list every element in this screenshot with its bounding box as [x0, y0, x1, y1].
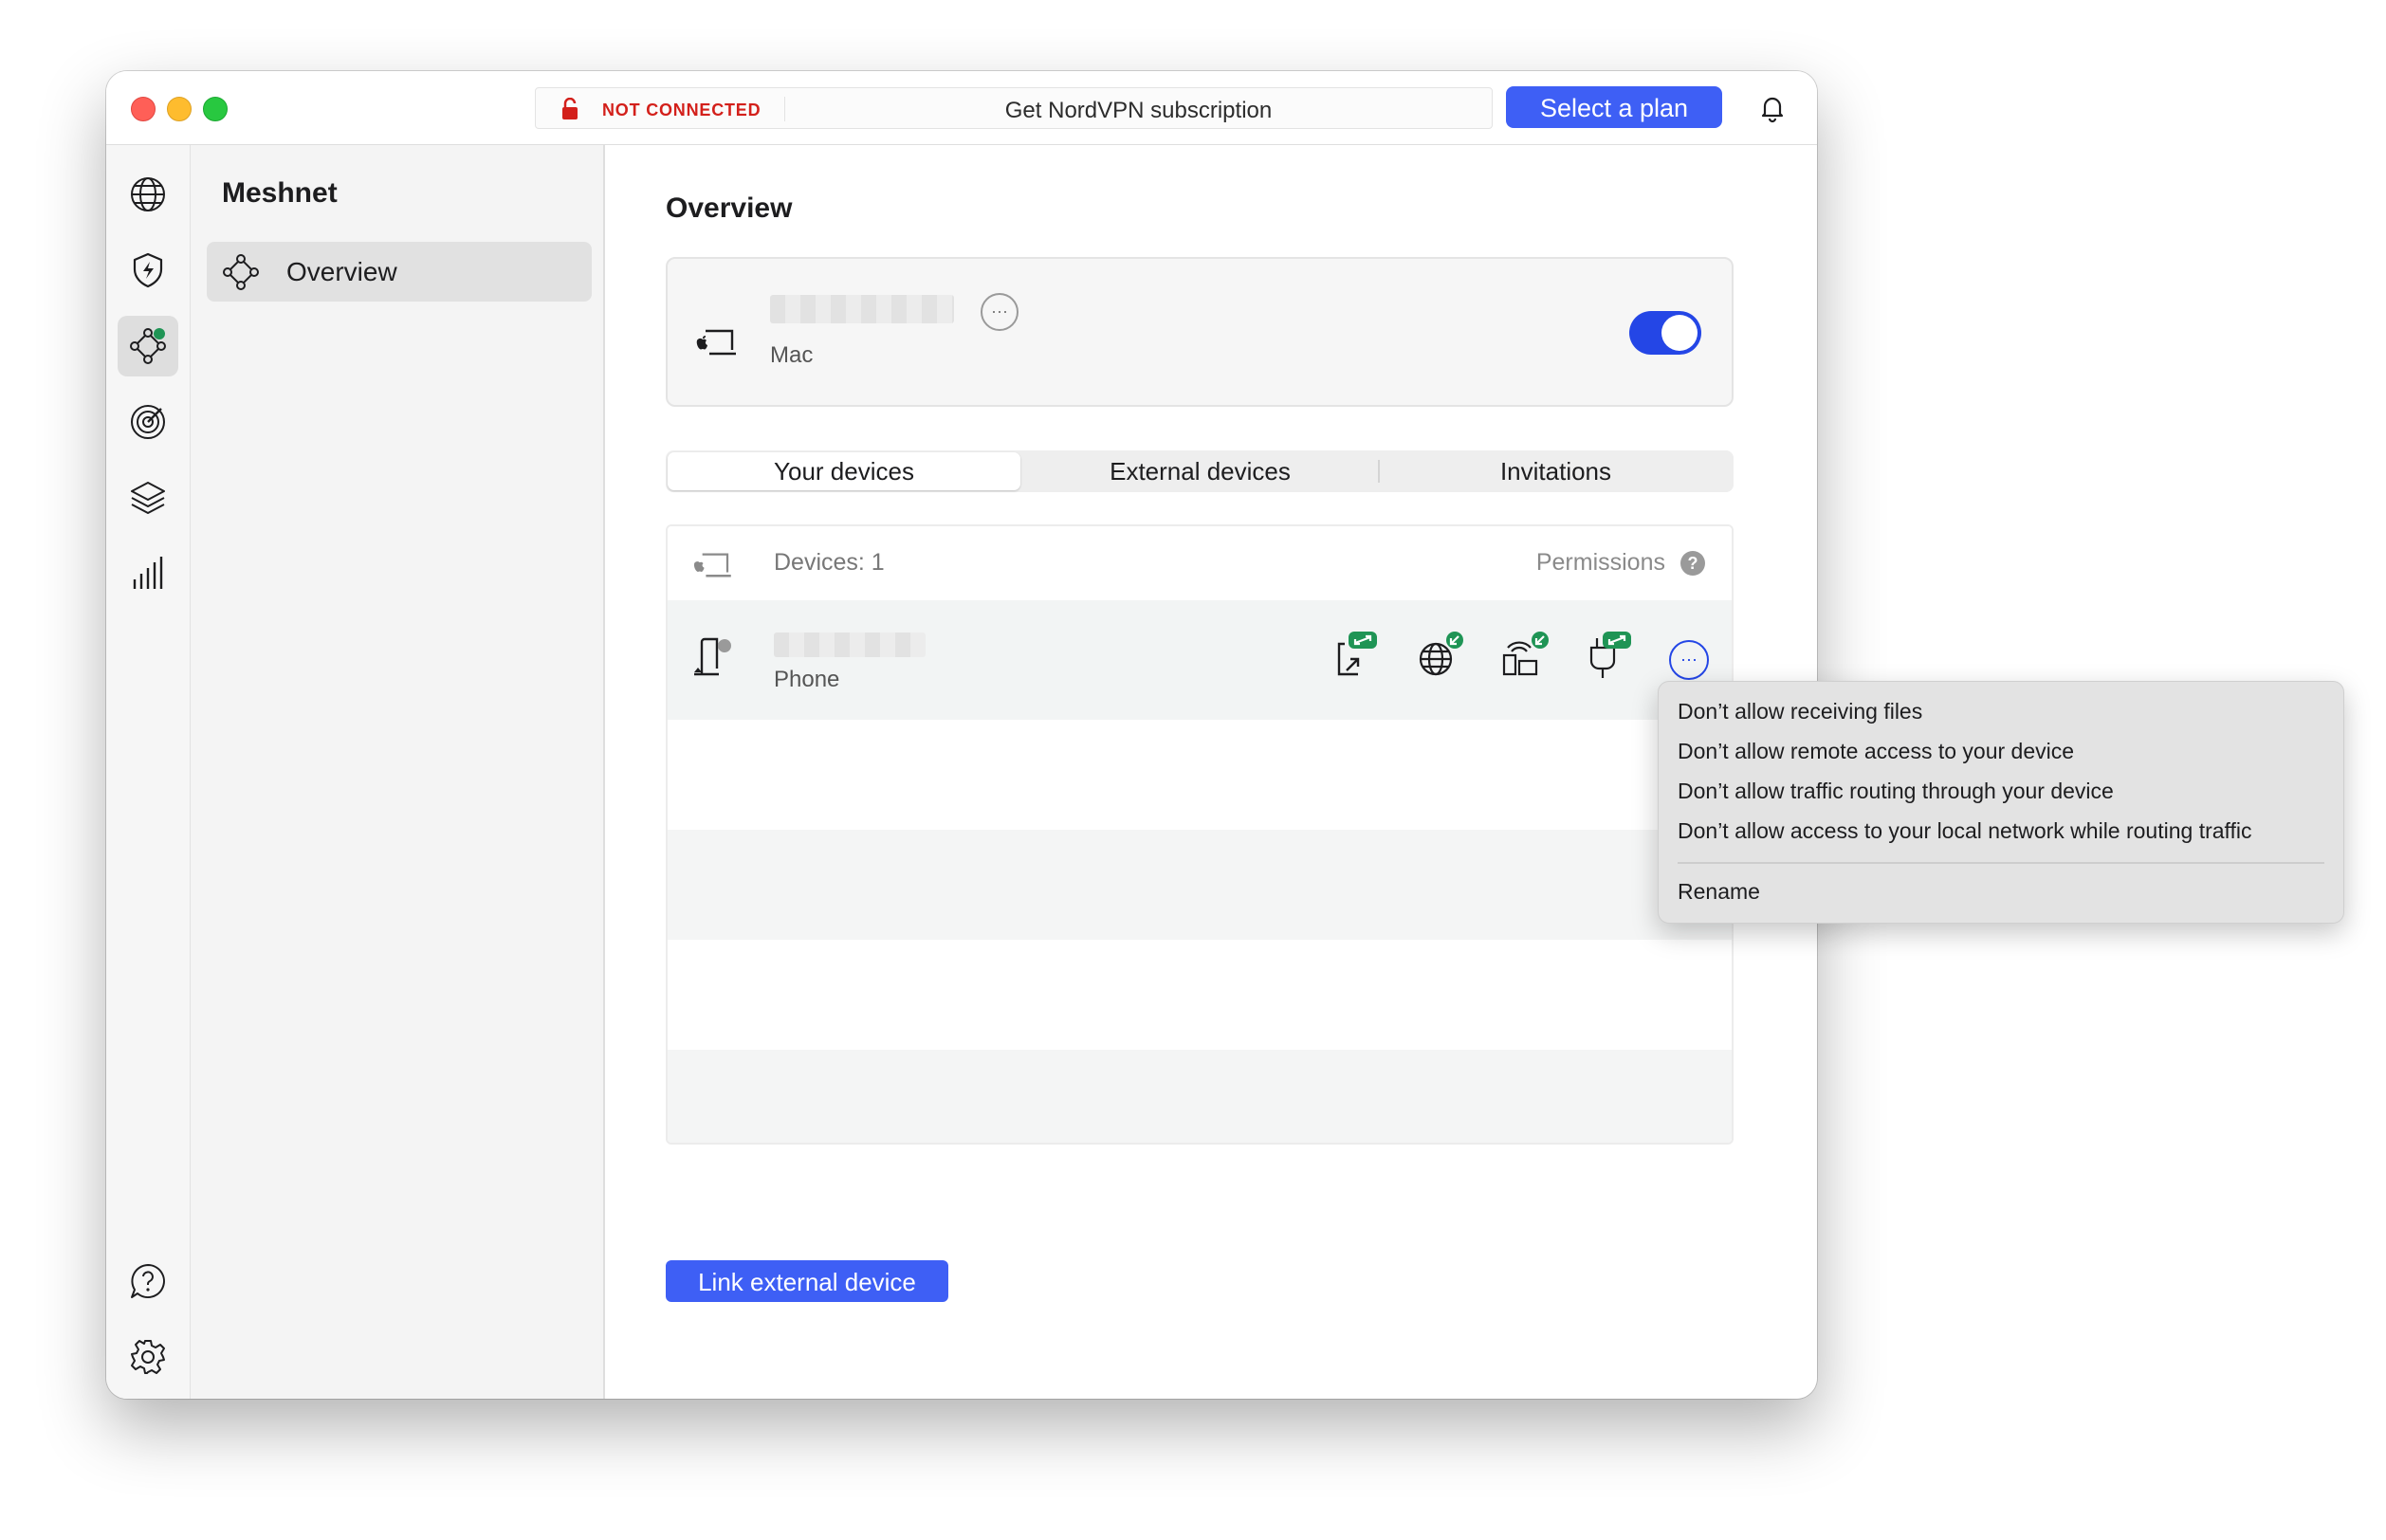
device-tabs: Your devices External devices Invitation… — [666, 450, 1734, 492]
devices-count: Devices: 1 — [774, 549, 885, 576]
app-window: NOT CONNECTED Get NordVPN subscription S… — [106, 71, 1817, 1399]
threat-protection-icon — [133, 252, 163, 288]
menu-item-disallow-traffic-routing[interactable]: Don’t allow traffic routing through your… — [1678, 779, 2114, 804]
rail-threat-protection-button[interactable] — [118, 240, 178, 301]
rail-globe-button[interactable] — [118, 164, 178, 225]
empty-row — [668, 830, 1732, 940]
rail-settings-button[interactable] — [118, 1327, 178, 1387]
device-type: Mac — [770, 342, 814, 368]
settings-gear-icon — [131, 1340, 165, 1374]
device-more-button[interactable]: ⋯ — [981, 293, 1019, 331]
devices-list: Devices: 1 Permissions ? Phone ⋯ — [666, 524, 1734, 1145]
stats-icon — [133, 557, 163, 589]
mac-laptop-icon — [696, 329, 736, 356]
devices-header: Devices: 1 Permissions ? — [668, 526, 1732, 600]
page-title: Overview — [666, 192, 793, 224]
sidebar-title: Meshnet — [222, 177, 338, 209]
menu-item-disallow-local-network[interactable]: Don’t allow access to your local network… — [1678, 818, 2252, 844]
target-icon — [131, 405, 165, 439]
tab-external-devices[interactable]: External devices — [1022, 450, 1378, 492]
device-name-redacted — [770, 295, 954, 323]
rail-help-button[interactable] — [118, 1251, 178, 1311]
globe-icon — [131, 177, 165, 211]
menu-separator — [1678, 862, 2324, 864]
rail-dark-web-monitor-button[interactable] — [118, 392, 178, 452]
toggle-knob — [1661, 315, 1698, 351]
main-content: Overview ⋯ Mac Your devices External dev… — [605, 145, 1817, 1399]
phone-device-icon — [694, 637, 731, 676]
rail-layers-button[interactable] — [118, 468, 178, 528]
tab-invitations[interactable]: Invitations — [1378, 450, 1734, 492]
empty-row — [668, 940, 1732, 1050]
meshnet-icon — [223, 254, 259, 290]
tab-your-devices[interactable]: Your devices — [668, 452, 1020, 490]
menu-item-rename[interactable]: Rename — [1678, 879, 1760, 905]
local-network-icon[interactable] — [1582, 629, 1635, 682]
permissions-label: Permissions — [1535, 549, 1665, 576]
subscription-link[interactable]: Get NordVPN subscription — [785, 98, 1492, 124]
device-context-menu: Don’t allow receiving files Don’t allow … — [1658, 681, 2344, 924]
device-name-redacted — [774, 632, 926, 657]
sidebar-item-label: Overview — [286, 257, 397, 286]
select-plan-button[interactable]: Select a plan — [1506, 86, 1722, 128]
empty-row — [668, 1050, 1732, 1143]
mac-laptop-icon — [693, 553, 731, 578]
close-window-button[interactable] — [131, 97, 156, 121]
sidebar-item-overview[interactable]: Overview — [207, 242, 592, 302]
rail-meshnet-button[interactable] — [118, 316, 178, 376]
rail-stats-button[interactable] — [118, 543, 178, 604]
zoom-window-button[interactable] — [203, 97, 228, 121]
device-row-phone[interactable]: Phone ⋯ — [668, 600, 1732, 720]
empty-row — [668, 720, 1732, 830]
title-bar: NOT CONNECTED Get NordVPN subscription S… — [106, 71, 1817, 145]
meshnet-icon — [130, 328, 166, 364]
layers-icon — [131, 482, 165, 514]
help-chat-icon — [131, 1264, 165, 1298]
help-icon[interactable]: ? — [1680, 551, 1705, 576]
this-device-card: ⋯ Mac — [666, 257, 1734, 407]
traffic-routing-icon[interactable] — [1498, 629, 1551, 682]
link-external-device-button[interactable]: Link external device — [666, 1260, 948, 1302]
file-sharing-icon[interactable] — [1331, 629, 1385, 682]
device-type: Phone — [774, 667, 840, 692]
menu-item-disallow-receiving-files[interactable]: Don’t allow receiving files — [1678, 699, 1922, 724]
device-more-button[interactable]: ⋯ — [1669, 640, 1709, 680]
icon-rail — [106, 145, 191, 1399]
connection-status: NOT CONNECTED — [602, 101, 762, 119]
remote-access-icon[interactable] — [1415, 629, 1468, 682]
minimize-window-button[interactable] — [167, 97, 192, 121]
meshnet-sidebar: Meshnet Overview — [191, 145, 605, 1399]
menu-item-disallow-remote-access[interactable]: Don’t allow remote access to your device — [1678, 739, 2074, 764]
bell-icon[interactable] — [1758, 93, 1787, 123]
meshnet-toggle[interactable] — [1629, 311, 1701, 355]
unlocked-icon — [562, 98, 578, 119]
connection-status-bar[interactable]: NOT CONNECTED Get NordVPN subscription — [535, 87, 1493, 129]
